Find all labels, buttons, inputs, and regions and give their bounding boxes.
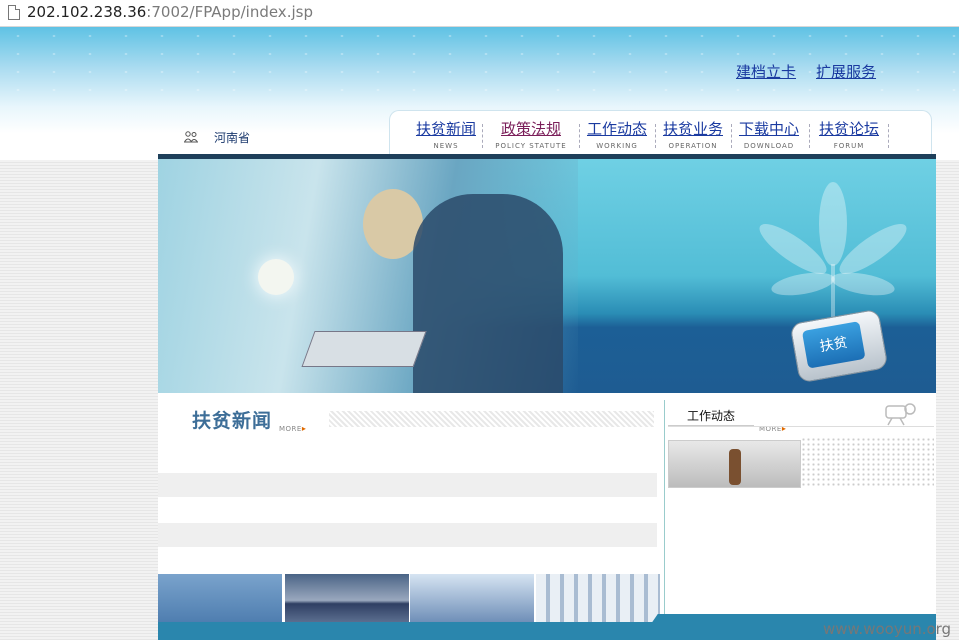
nav-policy-label[interactable]: 政策法规	[487, 120, 575, 139]
work-dot-pattern	[801, 437, 934, 487]
nav-separator	[655, 124, 656, 148]
people-icon	[184, 131, 198, 143]
leaf-icon	[759, 182, 907, 324]
banner-keyboard	[301, 331, 427, 367]
nav-separator	[731, 124, 732, 148]
nav-item-news[interactable]: 扶贫新闻 NEWS	[413, 120, 479, 151]
news-row	[158, 523, 657, 547]
work-header-line	[668, 426, 934, 427]
nav-item-working[interactable]: 工作动态 WORKING	[584, 120, 650, 151]
nav-item-download[interactable]: 下载中心 DOWNLOAD	[736, 120, 802, 151]
address-url[interactable]: 202.102.238.36:7002/FPApp/index.jsp	[27, 3, 313, 21]
nav-policy-en: POLICY STATUTE	[495, 142, 567, 150]
news-title-stripe	[329, 411, 654, 427]
work-image-figure	[729, 449, 741, 485]
nav-working-en: WORKING	[596, 142, 638, 150]
province-label[interactable]: 河南省	[214, 129, 250, 146]
nav-download-en: DOWNLOAD	[743, 142, 795, 150]
street-buildings-image	[410, 574, 534, 622]
url-host: 202.102.238.36	[27, 3, 147, 21]
nav-forum-en: FORUM	[833, 142, 865, 150]
banner: 扶贫	[158, 159, 936, 393]
news-more-label: MORE	[279, 425, 302, 433]
right-side-pattern	[936, 160, 959, 640]
nav-item-policy[interactable]: 政策法规 POLICY STATUTE	[487, 120, 575, 151]
work-news-image[interactable]	[668, 440, 801, 488]
nav-operation-label[interactable]: 扶贫业务	[660, 120, 726, 139]
nav-download-label[interactable]: 下载中心	[736, 120, 802, 139]
nav-news-en: NEWS	[433, 142, 459, 150]
nav-news-label[interactable]: 扶贫新闻	[413, 120, 479, 139]
nav-separator	[579, 124, 580, 148]
nav-working-label[interactable]: 工作动态	[584, 120, 650, 139]
projector-icon	[885, 403, 916, 426]
work-tab[interactable]: 工作动态	[668, 405, 754, 427]
nav-forum-label[interactable]: 扶贫论坛	[816, 120, 882, 139]
nav-operation-en: OPERATION	[668, 142, 718, 150]
bottom-bar	[158, 622, 936, 640]
column-divider	[664, 400, 665, 632]
extended-services-link[interactable]: 扩展服务	[816, 61, 876, 82]
banner-person-man	[413, 194, 563, 393]
news-row	[158, 473, 657, 497]
left-side-pattern	[0, 160, 158, 640]
watermark: www.wooyun.org	[823, 620, 952, 638]
archive-card-link[interactable]: 建档立卡	[736, 61, 796, 82]
url-path: :7002/FPApp/index.jsp	[146, 3, 313, 21]
page-icon	[8, 5, 20, 20]
nav-item-forum[interactable]: 扶贫论坛 FORUM	[816, 120, 882, 151]
work-section-title: 工作动态	[686, 409, 735, 423]
nav-separator	[809, 124, 810, 148]
nav-separator	[888, 124, 889, 148]
capitol-building-image	[158, 574, 282, 622]
seaside-sunset-image	[285, 574, 409, 622]
lamp-glow	[258, 259, 294, 295]
columns-building-image	[536, 574, 660, 622]
news-more-link[interactable]: MORE▸	[279, 416, 306, 435]
device-screen-label: 扶贫	[801, 321, 866, 369]
more-arrow-icon: ▸	[301, 424, 306, 433]
nav-separator	[482, 124, 483, 148]
nav-item-operation[interactable]: 扶贫业务 OPERATION	[660, 120, 726, 151]
news-section-title: 扶贫新闻	[192, 410, 273, 432]
